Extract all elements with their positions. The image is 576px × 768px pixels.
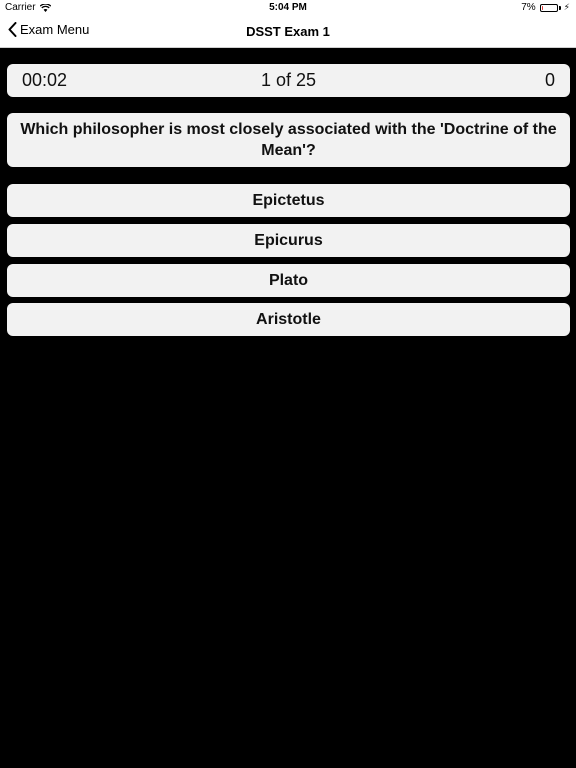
battery-nub <box>558 5 561 10</box>
answer-button-4[interactable]: Aristotle <box>7 303 570 336</box>
quiz-info-bar: 00:02 1 of 25 0 <box>7 64 570 97</box>
page-title: DSST Exam 1 <box>246 24 330 39</box>
status-time: 5:04 PM <box>269 2 307 13</box>
status-bar: Carrier 5:04 PM 7% ⚡ <box>0 0 576 16</box>
navigation-bar: Exam Menu DSST Exam 1 <box>0 16 576 48</box>
answer-button-3[interactable]: Plato <box>7 264 570 297</box>
answer-button-1[interactable]: Epictetus <box>7 184 570 217</box>
charging-bolt-icon: ⚡ <box>563 2 570 12</box>
battery-percent: 7% <box>521 2 536 13</box>
battery-icon <box>539 3 558 12</box>
question-progress: 1 of 25 <box>260 70 317 90</box>
battery-status: 7% ⚡ <box>521 2 570 13</box>
answer-button-2[interactable]: Epicurus <box>7 224 570 257</box>
quiz-score: 0 <box>544 70 555 90</box>
battery-level-fill <box>541 5 543 10</box>
question-text: Which philosopher is most closely associ… <box>7 113 570 167</box>
